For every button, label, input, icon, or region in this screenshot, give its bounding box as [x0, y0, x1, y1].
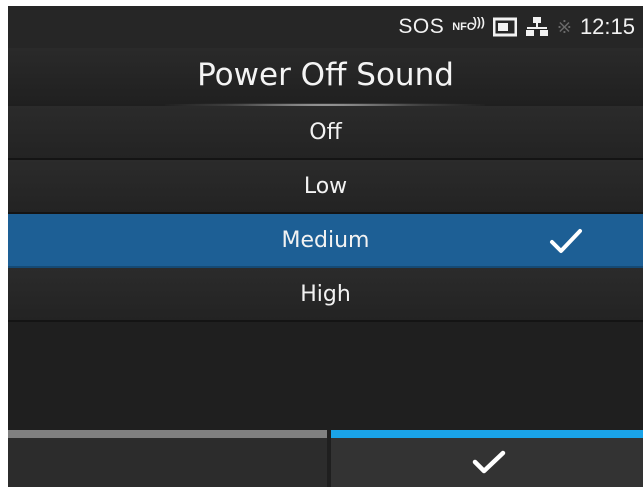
- nfc-waves-icon: ))): [472, 15, 485, 29]
- option-high[interactable]: High: [8, 268, 643, 322]
- title-bar: Power Off Sound: [8, 48, 643, 104]
- nfc-label: NFC: [452, 21, 475, 33]
- back-button[interactable]: [8, 430, 327, 487]
- network-icon: [525, 17, 548, 36]
- nfc-icon: NFC))): [452, 15, 485, 33]
- option-medium[interactable]: Medium: [8, 214, 643, 268]
- checkmark-icon: [550, 229, 582, 253]
- status-icons: SOS NFC))) ※ 12:15: [398, 14, 635, 40]
- option-label: Low: [303, 174, 348, 199]
- check-icon: [472, 450, 506, 474]
- option-label: Off: [309, 120, 342, 145]
- clock-time: 12:15: [579, 14, 635, 39]
- printer-screen: SOS NFC))) ※ 12:15 Power Off Sound Off L…: [8, 6, 643, 487]
- sos-label: SOS: [398, 15, 445, 38]
- option-label: High: [300, 282, 351, 307]
- option-list: Off Low Medium High: [8, 106, 643, 412]
- bottom-bar: [8, 430, 643, 487]
- option-label: Medium: [281, 228, 370, 253]
- option-low[interactable]: Low: [8, 160, 643, 214]
- confirm-button[interactable]: [331, 430, 643, 487]
- empty-list-area: [8, 322, 643, 412]
- option-off[interactable]: Off: [8, 106, 643, 160]
- sd-card-icon: [492, 17, 517, 37]
- bluetooth-icon: ※: [556, 16, 572, 37]
- status-bar: SOS NFC))) ※ 12:15: [8, 6, 643, 48]
- page-title: Power Off Sound: [197, 57, 454, 93]
